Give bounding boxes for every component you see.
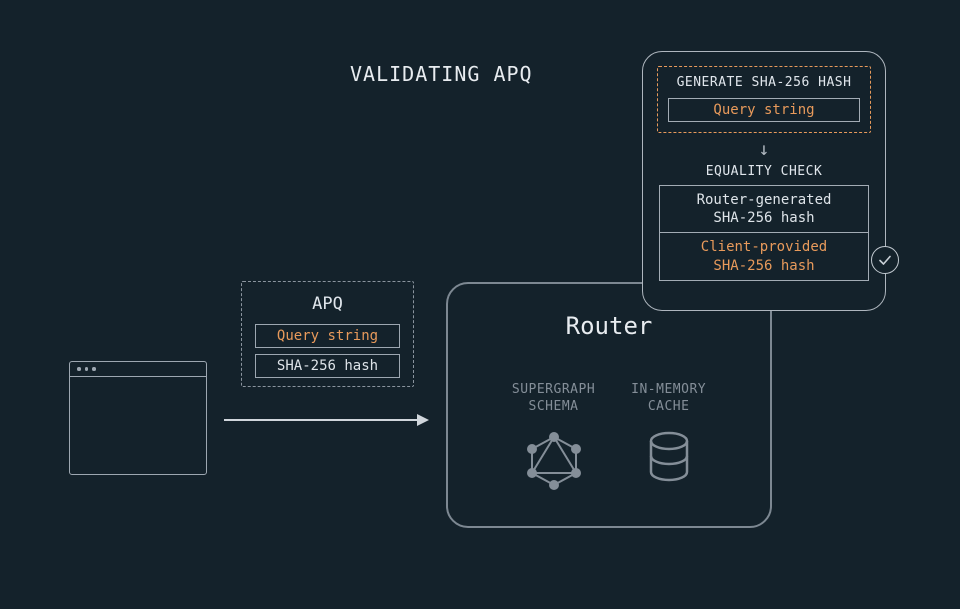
router-columns: SUPERGRAPH SCHEMA [448,382,770,492]
browser-dot [92,367,96,371]
browser-dot [85,367,89,371]
generate-hash-input: Query string [668,98,860,122]
diagram-title: VALIDATING APQ [350,62,533,86]
equality-check-title: EQUALITY CHECK [657,164,871,179]
cache-line1: IN-MEMORY [631,382,706,397]
eq-router-l2: SHA-256 hash [713,210,814,226]
validation-panel: GENERATE SHA-256 HASH Query string ↓ EQU… [642,51,886,311]
apq-payload-box: APQ Query string SHA-256 hash [241,281,414,387]
down-arrow-icon: ↓ [657,139,871,160]
apq-label: APQ [242,294,413,314]
supergraph-schema-label: SUPERGRAPH SCHEMA [512,382,595,416]
apq-query-string: Query string [255,324,400,348]
checkmark-icon [871,246,899,274]
graph-schema-icon [523,430,585,492]
in-memory-cache-label: IN-MEMORY CACHE [631,382,706,416]
supergraph-schema-col: SUPERGRAPH SCHEMA [512,382,595,492]
browser-dot [77,367,81,371]
eq-client-l2: SHA-256 hash [713,258,814,274]
browser-window-icon [69,361,207,475]
cache-line2: CACHE [648,399,690,414]
router-box: Router SUPERGRAPH SCHEMA [446,282,772,528]
equality-client-hash: Client-provided SHA-256 hash [659,233,869,280]
request-arrow-icon [224,414,434,416]
generate-hash-title: GENERATE SHA-256 HASH [668,75,860,90]
browser-chrome [70,362,206,377]
in-memory-cache-col: IN-MEMORY CACHE [631,382,706,492]
supergraph-line2: SCHEMA [529,399,579,414]
router-label: Router [448,312,770,340]
supergraph-line1: SUPERGRAPH [512,382,595,397]
eq-client-l1: Client-provided [701,239,827,255]
generate-hash-box: GENERATE SHA-256 HASH Query string [657,66,871,133]
apq-sha256-hash: SHA-256 hash [255,354,400,378]
database-icon [645,430,693,486]
equality-router-hash: Router-generated SHA-256 hash [659,185,869,233]
eq-router-l1: Router-generated [697,192,832,208]
